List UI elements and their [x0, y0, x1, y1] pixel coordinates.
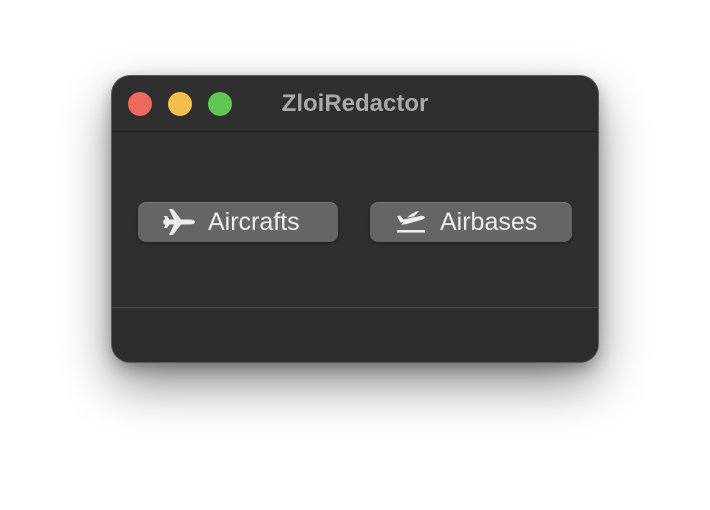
airplane-icon — [162, 207, 196, 237]
aircrafts-button-label: Aircrafts — [208, 207, 300, 236]
aircrafts-button[interactable]: Aircrafts — [138, 202, 338, 242]
title-bar[interactable]: ZloiRedactor — [112, 76, 598, 132]
status-bar — [112, 308, 598, 362]
airbases-button-label: Airbases — [440, 207, 538, 236]
airbases-button[interactable]: Airbases — [370, 202, 572, 242]
app-window: ZloiRedactor Aircrafts Airbases — [112, 76, 598, 362]
window-title: ZloiRedactor — [281, 90, 429, 117]
airplane-departure-icon — [394, 207, 428, 237]
